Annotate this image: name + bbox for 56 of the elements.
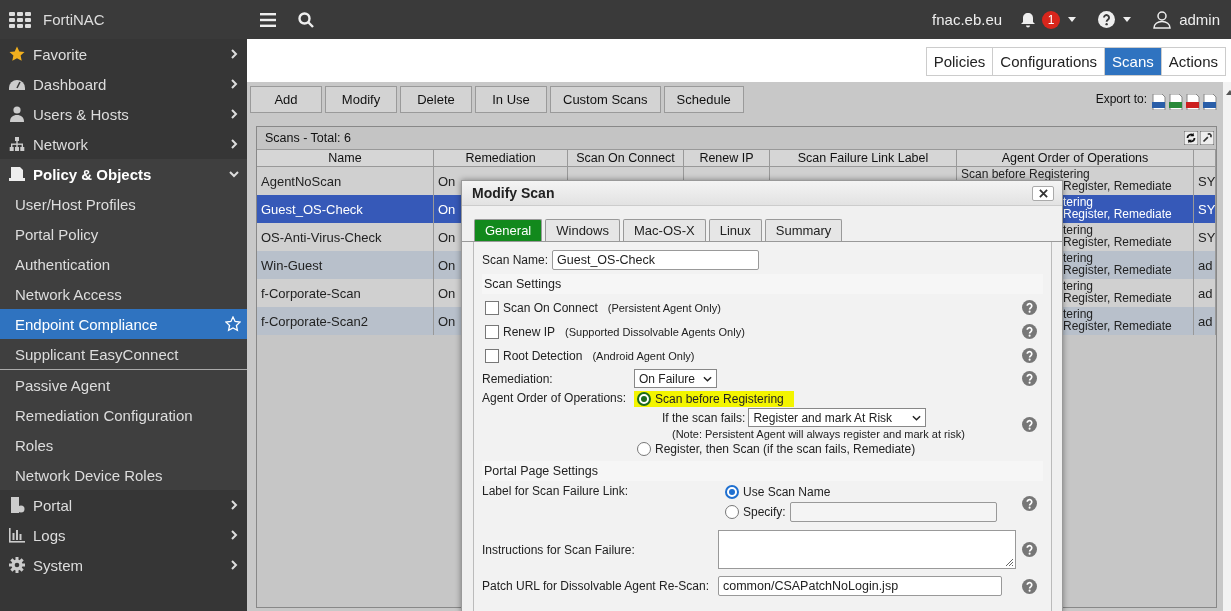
table-cell: Scan before Registering [961,168,1090,180]
table-cell: SY [1198,229,1215,245]
checkbox-label: Renew IP [503,324,556,339]
radio-label: Use Scan Name [743,485,831,499]
table-cell: Register, Remediate [1063,264,1172,276]
table-cell: On [438,257,456,273]
table-cell: ad [1198,285,1213,301]
table-cell: tering [1063,280,1094,292]
dialog-title: Modify Scan [472,185,555,201]
field-label: Scan Name: [482,253,549,267]
table-cell: Win-Guest [261,257,323,273]
section-heading: Scan Settings [482,274,1043,294]
table-cell: Register, Remediate [1063,292,1172,304]
field-label: If the scan fails: [662,410,746,425]
option-note: (Supported Dissolvable Agents Only) [565,325,745,338]
radio-label: Scan before Registering [655,392,784,406]
table-cell: tering [1063,252,1094,264]
export-label: Export to: [1095,92,1147,106]
field-label: Agent Order of Operations: [482,391,628,405]
table-cell: ad [1198,257,1213,273]
table-cell: tering [1063,308,1094,320]
option-note: (Android Agent Only) [592,349,695,362]
table-cell: On [438,173,456,189]
table-cell: Register, Remediate [1063,180,1172,192]
table-cell: tering [1063,196,1094,208]
table-cell: ad [1198,313,1213,329]
table-cell: SY [1198,201,1215,217]
table-cell: Register, Remediate [1063,208,1172,220]
table-cell: On [438,229,456,245]
table-cell: SY [1198,173,1215,189]
table-cell: Register, Remediate [1063,320,1172,332]
field-label: Patch URL for Dissolvable Agent Re-Scan: [482,579,710,593]
table-cell: f-Corporate-Scan2 [261,313,368,329]
table-cell: On [438,201,456,217]
field-label: Label for Scan Failure Link: [482,484,630,498]
host-name: fnac.eb.eu [932,11,1003,28]
table-cell: f-Corporate-Scan [261,285,361,301]
table-cell: tering [1063,224,1094,236]
table-cell: Register, Remediate [1063,236,1172,248]
option-note: (Persistent Agent Only) [607,301,721,314]
note-text: (Note: Persistent Agent will always register and mark at risk) [672,428,965,440]
table-cell: OS-Anti-Virus-Check [261,229,382,245]
table-title: Scans - Total: 6 [265,131,351,145]
table-cell: On [438,285,456,301]
section-heading: Portal Page Settings [482,461,1043,481]
app-name: FortiNAC [43,11,105,28]
field-label: Remediation: [482,371,554,386]
notification-badge: 1 [1042,10,1061,29]
checkbox-label: Root Detection [503,348,583,363]
field-label: Instructions for Scan Failure: [482,542,636,557]
radio-label: Specify: [743,505,786,519]
table-cell: On [438,313,456,329]
table-cell: AgentNoScan [261,173,342,189]
checkbox-label: Scan On Connect [503,300,598,315]
table-cell: Guest_OS-Check [261,201,363,217]
radio-label: Register, then Scan (if the scan fails, Remediate) [655,442,916,456]
